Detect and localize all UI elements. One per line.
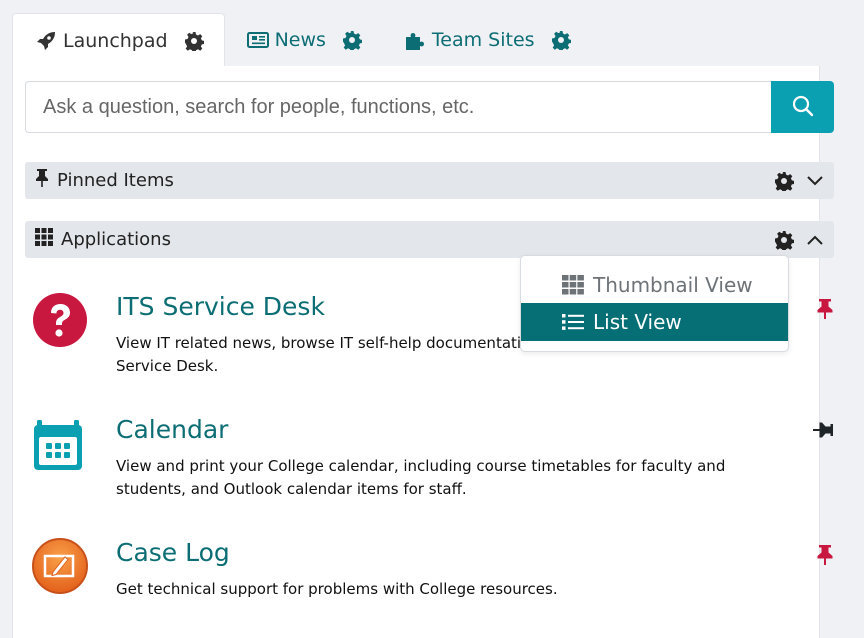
search-button[interactable]: [771, 81, 834, 133]
chevron-up-icon[interactable]: [806, 234, 824, 246]
tab-label: Team Sites: [431, 29, 535, 51]
app-title[interactable]: Case Log: [116, 538, 230, 567]
search-icon: [791, 94, 815, 121]
question-circle-icon[interactable]: [31, 292, 89, 350]
grid-icon: [35, 228, 53, 251]
search-bar: [25, 81, 834, 133]
puzzle-icon: [404, 29, 426, 51]
tab-launchpad[interactable]: Launchpad: [12, 13, 225, 67]
calendar-icon[interactable]: [31, 415, 89, 473]
case-log-icon[interactable]: [31, 538, 89, 596]
gear-icon[interactable]: [551, 30, 571, 50]
pin-icon[interactable]: [816, 544, 834, 570]
tab-bar: Launchpad News Team Sites: [12, 13, 591, 67]
pin-icon[interactable]: [816, 298, 834, 324]
pin-icon: [35, 168, 49, 193]
app-title[interactable]: Calendar: [116, 415, 228, 444]
tab-team-sites[interactable]: Team Sites: [382, 13, 591, 67]
tab-label: News: [274, 29, 326, 51]
applications-header[interactable]: Applications: [25, 221, 834, 258]
menu-item-label: Thumbnail View: [593, 273, 753, 297]
gear-icon[interactable]: [342, 30, 362, 50]
section-label: Applications: [61, 229, 171, 250]
rocket-icon: [35, 30, 57, 52]
pinned-items-header[interactable]: Pinned Items: [25, 162, 834, 199]
pin-outline-icon[interactable]: [812, 421, 834, 443]
app-title[interactable]: ITS Service Desk: [116, 292, 325, 321]
gear-icon[interactable]: [184, 31, 204, 51]
chevron-down-icon[interactable]: [806, 175, 824, 187]
tab-news[interactable]: News: [225, 13, 382, 67]
gear-icon[interactable]: [774, 230, 794, 250]
gear-icon[interactable]: [774, 171, 794, 191]
menu-item-label: List View: [593, 310, 682, 334]
grid-icon: [562, 275, 584, 295]
app-description: Get technical support for problems with …: [116, 580, 558, 598]
menu-item-thumbnail-view[interactable]: Thumbnail View: [521, 266, 788, 304]
view-mode-menu: Thumbnail View List View: [520, 255, 789, 352]
list-icon: [562, 313, 584, 331]
app-description: View and print your College calendar, in…: [116, 457, 726, 498]
section-label: Pinned Items: [57, 170, 174, 191]
menu-item-list-view[interactable]: List View: [521, 303, 788, 341]
newspaper-icon: [246, 29, 269, 51]
search-input[interactable]: [25, 81, 771, 133]
tab-label: Launchpad: [63, 29, 168, 52]
